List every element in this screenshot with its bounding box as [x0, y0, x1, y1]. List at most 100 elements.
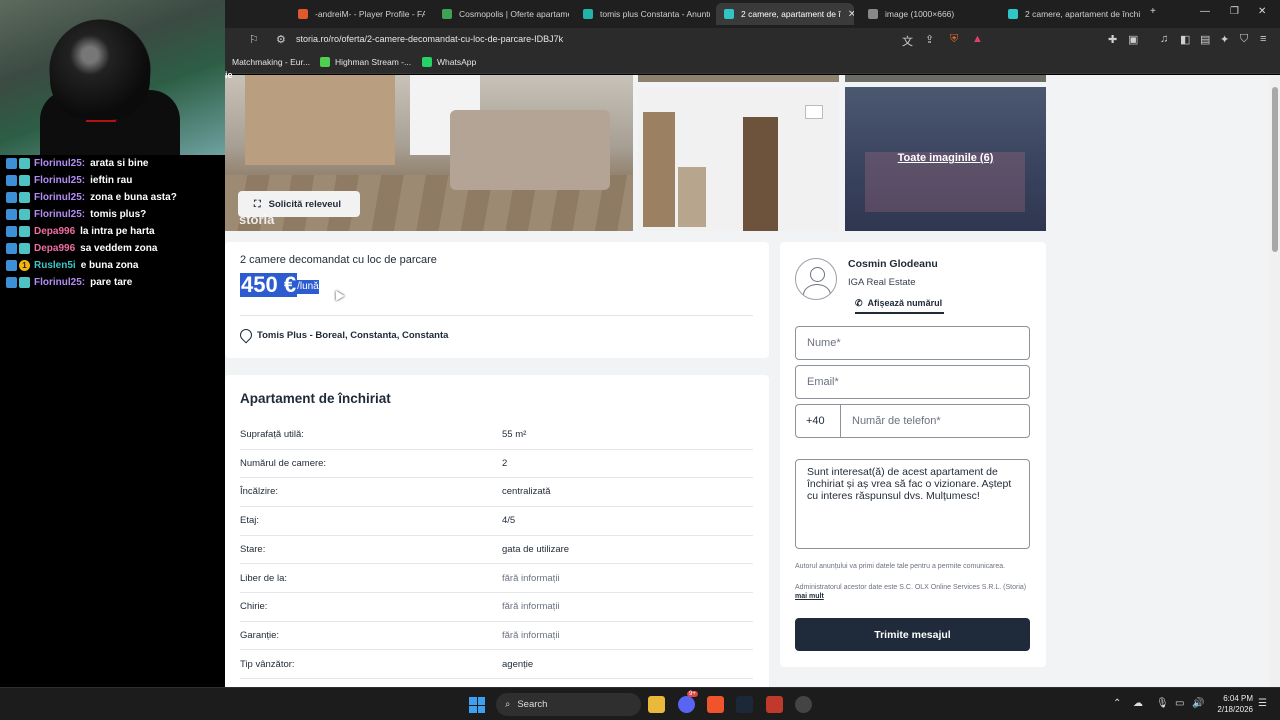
leo-ai-icon[interactable]: ✦ — [1220, 33, 1229, 46]
browser-tab[interactable]: -andreiM- - Player Profile - FAC — [290, 3, 425, 25]
menu-icon[interactable]: ≡ — [1260, 33, 1266, 45]
taskbar-search[interactable]: ⌕ Search — [496, 693, 641, 716]
location-pin-icon — [237, 326, 255, 344]
share-icon[interactable]: ⇪ — [925, 33, 934, 46]
steam-icon[interactable] — [736, 696, 753, 713]
message-textarea[interactable]: Sunt interesat(ă) de acest apartament de… — [795, 459, 1030, 549]
clock-time: 6:04 PM — [1223, 694, 1253, 703]
scrollbar-thumb[interactable] — [1272, 87, 1278, 252]
tray-chevron-icon[interactable]: ⌃ — [1113, 698, 1121, 709]
chat-username: Florinul25: — [34, 192, 86, 203]
chat-badge-icon — [6, 209, 17, 220]
new-tab-icon[interactable]: + — [1150, 6, 1156, 17]
maximize-icon[interactable]: ❐ — [1230, 6, 1239, 17]
notifications-icon[interactable]: ☰ — [1258, 698, 1267, 709]
search-icon: ⌕ — [505, 699, 511, 710]
detail-key: Suprafață utilă: — [240, 429, 304, 440]
chat-badge-icon — [6, 175, 17, 186]
sidebar-icon[interactable]: ▣ — [1128, 33, 1138, 46]
microphone-icon[interactable]: 🎙 — [1156, 698, 1169, 709]
tray-app-icon[interactable]: ☁ — [1133, 698, 1143, 709]
gallery-all-images-tile[interactable]: Toate imaginile (6) — [845, 87, 1046, 231]
name-field[interactable]: Nume* — [795, 326, 1030, 360]
brave-browser-icon[interactable] — [707, 696, 724, 713]
detail-key: Stare: — [240, 543, 266, 555]
extensions-icon[interactable]: ✚ — [1108, 33, 1117, 46]
phone-prefix-select[interactable]: +40 — [795, 404, 841, 438]
browser-tab[interactable]: tomis plus Constanta - Anuntu — [575, 3, 710, 25]
music-icon[interactable]: ♫ — [1160, 33, 1168, 45]
bookmark-item[interactable]: Matchmaking - Eur... — [232, 57, 310, 67]
detail-row: Numărul de camere: 2 — [240, 450, 753, 479]
chat-username: Florinul25: — [34, 158, 86, 169]
network-icon[interactable]: ▭ — [1175, 698, 1184, 709]
gallery-photo-top-left[interactable] — [638, 75, 839, 82]
close-window-icon[interactable]: ✕ — [1258, 6, 1266, 17]
all-images-link[interactable]: Toate imaginile (6) — [845, 152, 1046, 164]
tab-favicon-icon — [724, 9, 734, 19]
detail-value: gata de utilizare — [502, 543, 570, 555]
close-tab-icon[interactable]: ✕ — [848, 9, 854, 20]
obs-icon[interactable] — [795, 696, 812, 713]
listing-summary-card: 2 camere decomandat cu loc de parcare 45… — [225, 242, 769, 358]
chat-role-badge-icon — [19, 277, 30, 288]
location-text: Tomis Plus - Boreal, Constanta, Constant… — [257, 329, 449, 341]
gallery-photo-hallway[interactable] — [638, 87, 839, 231]
page-scrollbar[interactable] — [1270, 75, 1280, 687]
site-info-icon[interactable]: ⚙ — [276, 33, 286, 46]
more-info-link[interactable]: mai mult — [795, 593, 824, 600]
detail-value: 4/5 — [502, 515, 516, 527]
bookmark-label: WhatsApp — [437, 57, 477, 67]
windows-start-icon[interactable] — [469, 697, 485, 713]
bookmark-item[interactable]: Highman Stream -... — [320, 57, 411, 67]
bookmark-item[interactable]: WhatsApp — [422, 57, 476, 67]
chat-username: Florinul25: — [34, 175, 86, 186]
browser-tab[interactable]: 2 camere, apartament de închi — [1000, 3, 1140, 25]
translate-icon[interactable]: 文 — [902, 33, 913, 49]
bookmark-favicon-icon — [320, 57, 330, 67]
browser-tab[interactable]: 2 camere, apartament de î ✕ — [716, 3, 854, 25]
bookmark-page-icon[interactable]: ⚐ — [249, 33, 259, 46]
detail-value: fără informații — [502, 601, 560, 613]
gallery-main-photo[interactable]: ⛶ Solicită releveul storia — [225, 75, 633, 231]
tab-label: tomis plus Constanta - Anuntu — [600, 9, 710, 19]
browser-tab[interactable]: image (1000×666) — [860, 3, 995, 25]
browser-tab[interactable]: Cosmopolis | Oferte apartamen — [434, 3, 569, 25]
volume-icon[interactable]: 🔊 — [1192, 698, 1204, 709]
chat-username: Florinul25: — [34, 277, 86, 288]
detail-key: Garanție: — [240, 629, 280, 641]
agent-avatar — [795, 258, 837, 300]
listing-location[interactable]: Tomis Plus - Boreal, Constanta, Constant… — [237, 326, 449, 344]
send-message-button[interactable]: Trimite mesajul — [795, 618, 1030, 651]
detail-row: Tip vânzător: agenție — [240, 651, 753, 680]
gallery-photo-top-right[interactable] — [845, 75, 1046, 82]
url-field[interactable]: storia.ro/ro/oferta/2-camere-decomandat-… — [296, 34, 563, 44]
price: 450 € — [240, 272, 298, 297]
phone-icon: ✆ — [855, 297, 863, 308]
chat-message: Florinul25: ieftin rau — [6, 172, 221, 189]
minimize-icon[interactable]: — — [1200, 6, 1210, 17]
detail-row: Stare: gata de utilizare — [240, 536, 753, 565]
show-phone-button[interactable]: ✆ Afișează numărul — [855, 294, 945, 314]
email-field[interactable]: Email* — [795, 365, 1030, 399]
antivirus-icon[interactable] — [766, 696, 783, 713]
overlay-side-label: ie — [225, 70, 233, 80]
phone-field[interactable]: Număr de telefon* — [840, 404, 1030, 438]
discord-icon[interactable]: 9+ — [678, 691, 698, 713]
chat-message: Florinul25: zona e buna asta? — [6, 189, 221, 206]
chat-username: Ruslen5i — [34, 260, 76, 271]
detail-row: Suprafață utilă: 55 m² — [240, 421, 753, 450]
wallet-icon[interactable]: ▤ — [1200, 33, 1210, 46]
rewards-icon[interactable]: ▲ — [972, 33, 983, 45]
brave-shield-icon[interactable]: ⛨ — [950, 33, 958, 46]
system-clock[interactable]: 6:04 PM 2/18/2026 — [1207, 693, 1253, 715]
data-admin-note: Administratorul acestor date este S.C. O… — [795, 584, 1027, 600]
vpn-icon[interactable]: ⛉ — [1240, 33, 1248, 46]
chat-message: Depa996 la intra pe harta — [6, 223, 221, 240]
chat-message: 1 Ruslen5i e buna zona — [6, 257, 221, 274]
split-view-icon[interactable]: ◧ — [1180, 33, 1190, 46]
file-explorer-icon[interactable] — [648, 696, 665, 713]
chat-role-badge-icon — [19, 209, 30, 220]
chat-text: e buna zona — [80, 260, 139, 271]
chat-role-badge-icon: 1 — [19, 260, 30, 271]
